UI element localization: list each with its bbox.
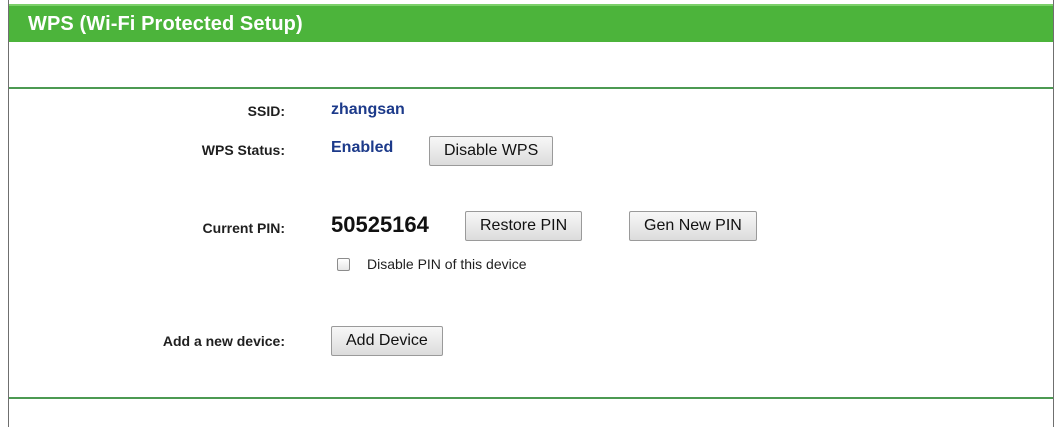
top-divider	[9, 87, 1053, 89]
wps-status-value: Enabled	[331, 139, 394, 156]
ssid-value: zhangsan	[331, 101, 405, 118]
wps-page-frame: WPS (Wi-Fi Protected Setup) SSID: zhangs…	[8, 0, 1054, 427]
add-device-label: Add a new device:	[162, 333, 285, 349]
title-bar: WPS (Wi-Fi Protected Setup)	[9, 4, 1053, 42]
disable-wps-button[interactable]: Disable WPS	[429, 136, 554, 166]
add-device-button[interactable]: Add Device	[331, 326, 443, 356]
page-title: WPS (Wi-Fi Protected Setup)	[28, 13, 303, 35]
disable-pin-checkbox[interactable]	[337, 258, 350, 271]
gen-new-pin-button[interactable]: Gen New PIN	[629, 211, 757, 241]
current-pin-label: Current PIN:	[202, 220, 285, 236]
bottom-divider	[9, 397, 1053, 399]
disable-pin-checkbox-label: Disable PIN of this device	[367, 256, 527, 272]
ssid-label: SSID:	[247, 103, 285, 119]
wps-status-label: WPS Status:	[201, 142, 285, 158]
restore-pin-button[interactable]: Restore PIN	[465, 211, 583, 241]
current-pin-value: 50525164	[331, 212, 429, 237]
